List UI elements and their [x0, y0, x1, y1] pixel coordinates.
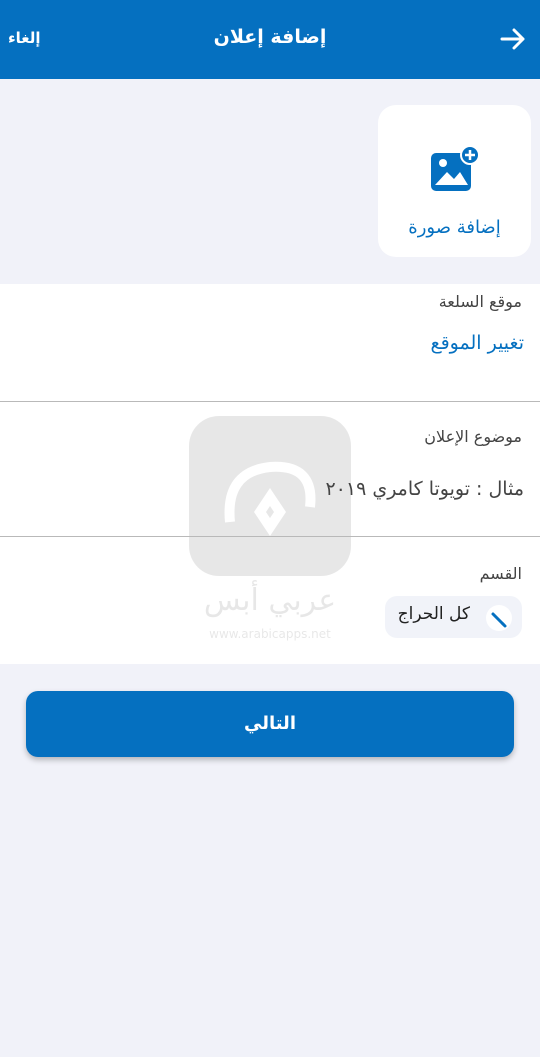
category-selector[interactable]: كل الحراج: [385, 596, 522, 638]
watermark-logo: عربي أبس www.arabicapps.net: [189, 416, 351, 641]
svg-text:عربي أبس: عربي أبس: [204, 579, 336, 618]
ad-title-input[interactable]: [104, 478, 524, 500]
photo-section: إضافة صورة: [0, 79, 540, 283]
cancel-button[interactable]: إلغاء: [8, 29, 41, 47]
category-label: القسم: [479, 564, 522, 583]
add-photo-icon: [431, 145, 480, 191]
change-location-link[interactable]: تغيير الموقع: [430, 332, 524, 354]
location-label: موقع السلعة: [438, 292, 522, 311]
add-photo-button[interactable]: إضافة صورة: [378, 105, 531, 257]
svg-text:www.arabicapps.net: www.arabicapps.net: [209, 627, 331, 641]
app-header: إضافة إعلان إلغاء: [0, 0, 540, 79]
next-button[interactable]: التالي: [26, 691, 514, 757]
pencil-icon: [491, 612, 507, 628]
edit-category-button[interactable]: [486, 605, 512, 631]
category-value: كل الحراج: [397, 604, 470, 624]
ad-title-label: موضوع الإعلان: [424, 427, 522, 446]
divider: [0, 536, 540, 537]
ad-form: عربي أبس www.arabicapps.net موقع السلعة …: [0, 284, 540, 664]
divider: [0, 401, 540, 402]
page-title: إضافة إعلان: [213, 26, 327, 48]
add-photo-label: إضافة صورة: [408, 217, 501, 238]
